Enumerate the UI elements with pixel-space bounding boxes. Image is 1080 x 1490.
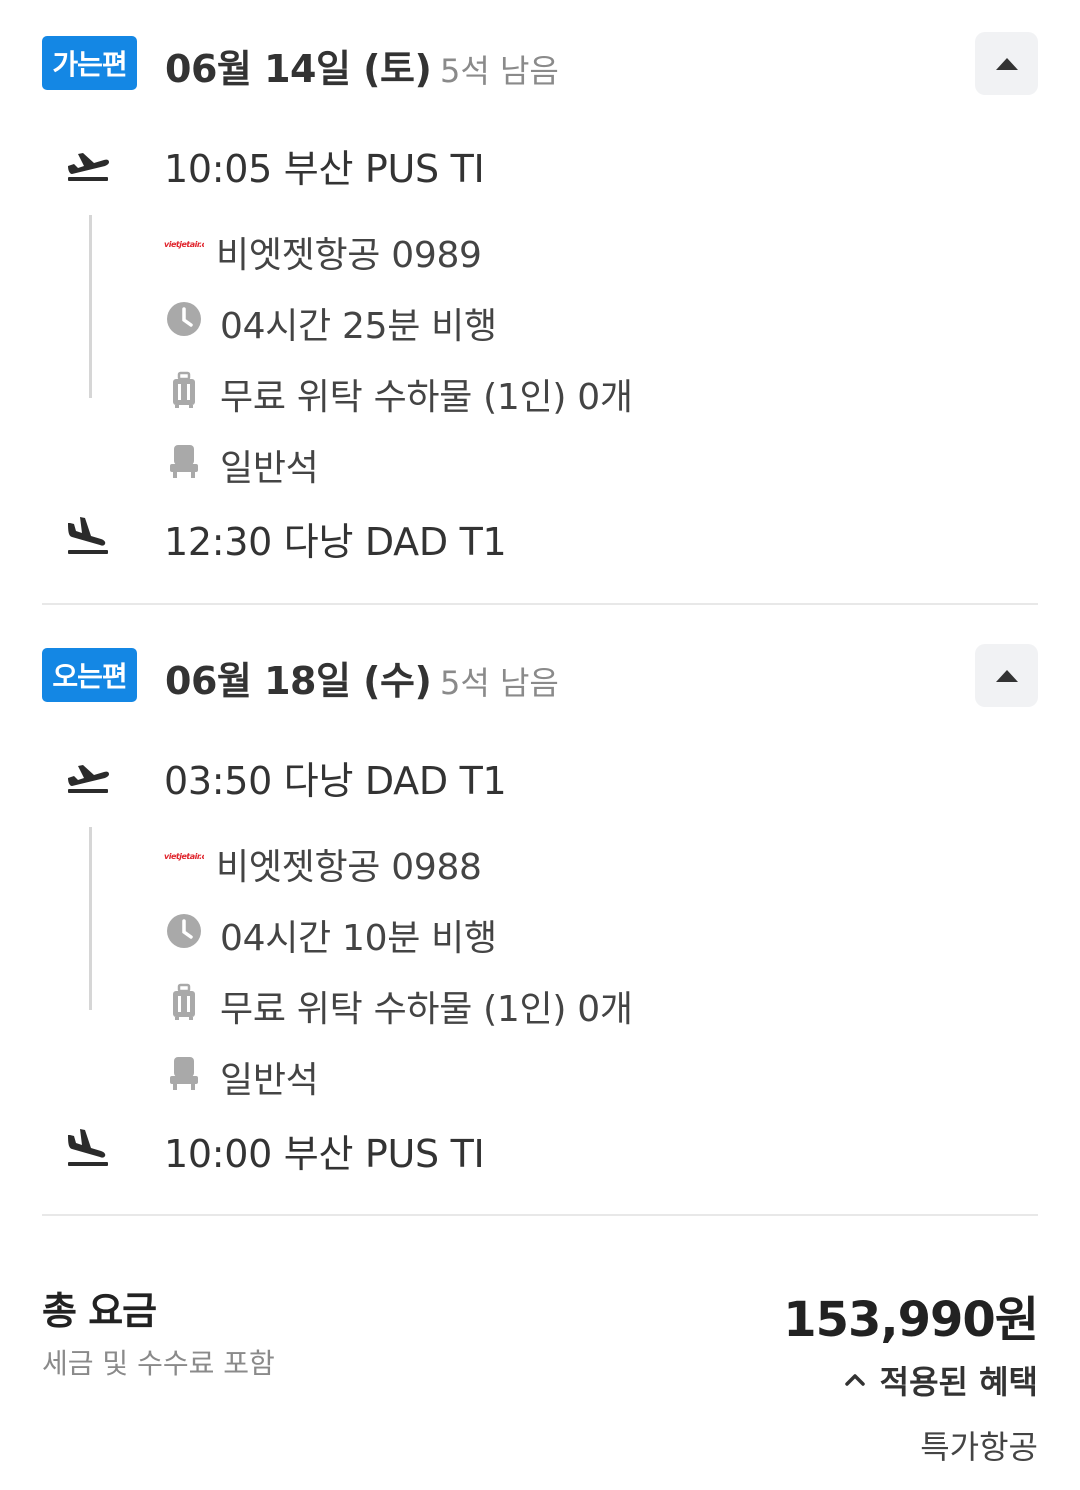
outbound-arrival-text: 12:30 다낭 DAD T1 (164, 520, 507, 564)
return-timeline (89, 827, 92, 1010)
luggage-icon (173, 371, 195, 408)
clock-icon (167, 302, 201, 336)
outbound-baggage: 무료 위탁 수하물 (1인) 0개 (220, 377, 633, 418)
total-price: 153,990원 (783, 1292, 1039, 1348)
return-collapse-button[interactable] (975, 644, 1038, 707)
airline-logo: vietjetair.com (164, 852, 204, 861)
outbound-departure-text: 10:05 부산 PUS TI (164, 147, 485, 191)
return-cabin: 일반석 (220, 1060, 319, 1101)
total-fare-label: 총 요금 (42, 1289, 157, 1333)
total-fare-subtext: 세금 및 수수료 포함 (42, 1347, 275, 1380)
outbound-duration-row: 04시간 25분 비행 (164, 293, 984, 347)
return-badge: 오는편 (42, 648, 137, 702)
outbound-airline-row: vietjetair.com 비엣젯항공 0989 (164, 222, 984, 276)
seat-icon (170, 445, 198, 478)
outbound-airline: 비엣젯항공 0989 (216, 235, 482, 276)
outbound-collapse-button[interactable] (975, 32, 1038, 95)
return-date: 06월 18일 (수) (165, 659, 432, 703)
applied-benefits-label: 적용된 혜택 (879, 1363, 1038, 1401)
airplane-takeoff-icon (68, 153, 109, 181)
return-baggage-row: 무료 위탁 수하물 (1인) 0개 (164, 976, 984, 1030)
outbound-departure: 10:05 부산 PUS TI (42, 130, 1038, 191)
segment-divider (42, 603, 1038, 605)
benefit-item: 특가항공 (920, 1428, 1038, 1466)
airline-logo: vietjetair.com (164, 240, 204, 249)
return-arrival-text: 10:00 부산 PUS TI (164, 1132, 485, 1176)
return-cabin-row: 일반석 (164, 1047, 984, 1101)
return-arrival: 10:00 부산 PUS TI (42, 1115, 1038, 1176)
outbound-cabin: 일반석 (220, 448, 319, 489)
return-departure-text: 03:50 다낭 DAD T1 (164, 759, 507, 803)
return-segment: 오는편 06월 18일 (수) 5석 남음 03:50 다낭 DAD T1 vi… (42, 612, 1038, 1216)
return-baggage: 무료 위탁 수하물 (1인) 0개 (220, 989, 633, 1030)
applied-benefits-toggle[interactable]: 적용된 혜택 (844, 1358, 1038, 1402)
return-seats-remaining: 5석 남음 (440, 664, 559, 702)
caret-up-icon (995, 669, 1018, 682)
outbound-duration: 04시간 25분 비행 (220, 306, 497, 347)
airplane-landing-icon (68, 517, 108, 554)
seat-icon (170, 1057, 198, 1090)
outbound-date: 06월 14일 (토) (165, 47, 432, 91)
return-airline-row: vietjetair.com 비엣젯항공 0988 (164, 834, 984, 888)
return-duration-row: 04시간 10분 비행 (164, 905, 984, 959)
airplane-landing-icon (68, 1129, 108, 1166)
outbound-badge: 가는편 (42, 36, 137, 90)
return-airline: 비엣젯항공 0988 (216, 847, 482, 888)
clock-icon (167, 914, 201, 948)
outbound-segment: 가는편 06월 14일 (토) 5석 남음 10:05 부산 PUS TI vi… (42, 0, 1038, 604)
return-header: 오는편 06월 18일 (수) 5석 남음 (42, 644, 1038, 707)
outbound-timeline (89, 215, 92, 398)
total-divider (42, 1214, 1038, 1216)
outbound-arrival: 12:30 다낭 DAD T1 (42, 503, 1038, 564)
outbound-cabin-row: 일반석 (164, 435, 984, 489)
return-duration: 04시간 10분 비행 (220, 918, 497, 959)
itinerary-page: 가는편 06월 14일 (토) 5석 남음 10:05 부산 PUS TI vi… (0, 0, 1080, 1490)
outbound-header: 가는편 06월 14일 (토) 5석 남음 (42, 32, 1038, 95)
return-departure: 03:50 다낭 DAD T1 (42, 742, 1038, 803)
outbound-seats-remaining: 5석 남음 (440, 52, 559, 90)
luggage-icon (173, 983, 195, 1020)
airplane-takeoff-icon (68, 765, 109, 793)
total-fare-section: 총 요금 세금 및 수수료 포함 153,990원 적용된 혜택 특가항공 (42, 1280, 1039, 1480)
caret-up-icon (995, 57, 1018, 70)
chevron-up-icon (844, 1374, 865, 1386)
outbound-baggage-row: 무료 위탁 수하물 (1인) 0개 (164, 364, 984, 418)
